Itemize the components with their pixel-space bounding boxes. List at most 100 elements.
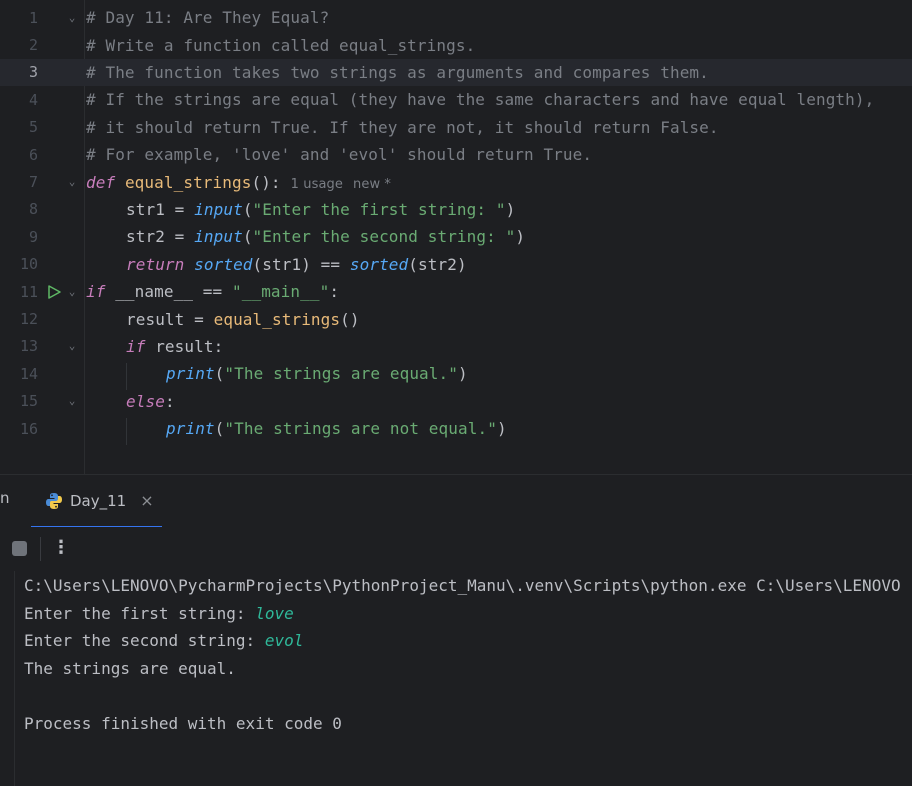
keyword-else: else [126,391,165,411]
console-prompt: Enter the first string: [24,603,256,623]
code-text: # it should return True. If they are not… [86,117,719,137]
code-line-6[interactable]: 6 # For example, 'love' and 'evol' shoul… [0,141,912,168]
line-number: 1 [28,8,38,27]
line-number: 4 [28,90,38,109]
builtin-sorted: sorted [194,254,253,274]
code-text: print("The strings are equal.") [166,364,468,383]
fold-chevron-icon[interactable]: ⌄ [66,176,78,188]
string-literal: "The strings are not equal." [224,419,497,439]
code-text: def equal_strings(): 1 usage new * [86,173,391,192]
usage-hint[interactable]: 1 usage [291,177,343,192]
code-line-3[interactable]: 3 # The function takes two strings as ar… [0,58,912,87]
code-punct: ( [214,364,225,384]
code-punct: ( [242,227,253,247]
builtin-print: print [166,364,215,384]
code-text: # The function takes two strings as argu… [86,62,709,82]
stop-icon[interactable] [12,541,27,556]
code-line-12[interactable]: 12 result = equal_strings() [0,305,912,332]
fold-chevron-icon[interactable]: ⌄ [66,340,78,352]
code-text: str1 = input("Enter the first string: ") [126,200,515,219]
code-punct: ) [458,364,468,384]
code-line-11[interactable]: 11 ⌄ if __name__ == "__main__": [0,278,912,305]
console-user-input: evol [264,631,304,650]
close-icon[interactable]: × [140,491,153,510]
code-text: result = equal_strings() [126,310,360,329]
code-line-2[interactable]: 2 # Write a function called equal_string… [0,31,912,58]
code-text: # Write a function called equal_strings. [86,35,476,55]
code-text: # If the strings are equal (they have th… [86,90,875,110]
line-number: 16 [19,419,38,438]
keyword-def: def [86,172,116,192]
console-prompt-line: Enter the first string: love [24,604,294,623]
console-border [14,571,15,786]
code-punct: : [329,282,340,302]
code-line-9[interactable]: 9 str2 = input("Enter the second string:… [0,223,912,250]
line-number: 11 [19,282,38,301]
code-var: str1 = [126,199,195,219]
line-number: 7 [28,173,38,192]
code-text: if result: [126,337,223,356]
console-exit-line: Process finished with exit code 0 [24,713,342,733]
code-text: return sorted(str1) == sorted(str2) [126,255,467,274]
string-literal: "Enter the second string: " [252,227,516,247]
line-number: 10 [19,255,38,274]
keyword-if: if [86,282,106,302]
code-text: # Day 11: Are They Equal? [86,8,330,28]
builtin-sorted: sorted [349,254,409,274]
line-number: 9 [28,227,38,246]
code-editor[interactable]: 1 ⌄ # Day 11: Are They Equal? 2 # Write … [0,0,912,474]
code-line-8[interactable]: 8 str1 = input("Enter the first string: … [0,196,912,223]
code-punct: ( [214,419,225,439]
run-icon[interactable] [46,284,62,300]
builtin-input: input [194,227,243,247]
code-punct: () [340,309,360,329]
code-punct: ) [505,199,516,219]
code-line-13[interactable]: 13 ⌄ if result: [0,333,912,360]
code-punct: __name__ == [105,282,232,302]
code-text: else: [126,392,175,411]
code-text: # For example, 'love' and 'evol' should … [86,145,593,165]
function-name: equal_strings [124,172,252,192]
fold-chevron-icon[interactable]: ⌄ [66,285,78,298]
line-number: 5 [28,118,38,137]
line-number: 12 [19,310,38,329]
line-number: 14 [19,364,38,383]
fold-chevron-icon[interactable]: ⌄ [66,11,78,24]
code-line-5[interactable]: 5 # it should return True. If they are n… [0,114,912,141]
string-literal: "__main__" [232,282,330,302]
console-prompt-line: Enter the second string: evol [24,631,303,650]
run-console[interactable]: C:\Users\LENOVO\PycharmProjects\PythonPr… [0,571,912,786]
more-options-icon[interactable]: ⋮ [52,535,70,561]
line-number: 2 [28,36,38,55]
keyword-return: return [126,254,185,274]
code-line-15[interactable]: 15 ⌄ else: [0,388,912,415]
tab-partial[interactable]: n [0,489,10,507]
run-toolbar: ⋮ [0,527,912,571]
python-icon [46,492,62,509]
code-line-10[interactable]: 10 return sorted(str1) == sorted(str2) [0,251,912,278]
code-text: if __name__ == "__main__": [86,282,339,301]
line-number: 15 [19,392,38,411]
console-prompt: Enter the second string: [24,631,265,650]
code-line-16[interactable]: 16 print("The strings are not equal.") [0,415,912,442]
code-punct: ) [515,227,526,247]
code-line-7[interactable]: 7 ⌄ def equal_strings(): 1 usage new * [0,168,912,195]
fold-chevron-icon[interactable]: ⌄ [66,395,78,407]
code-punct: result: [145,336,224,356]
code-line-4[interactable]: 4 # If the strings are equal (they have … [0,86,912,113]
tab-day-11[interactable]: Day_11 × [31,475,162,528]
toolbar-separator [40,537,41,561]
line-number: 6 [28,145,38,164]
code-text: print("The strings are not equal.") [166,419,507,438]
line-number: 8 [28,200,38,219]
author-hint[interactable]: new * [353,177,391,192]
function-call: equal_strings [213,309,341,329]
code-line-1[interactable]: 1 ⌄ # Day 11: Are They Equal? [0,4,912,31]
code-punct: ( [242,199,253,219]
tab-label: Day_11 [70,491,127,510]
code-var: str2 = [126,227,195,247]
code-line-14[interactable]: 14 print("The strings are equal.") [0,360,912,387]
code-punct: ) [496,419,507,439]
line-number: 13 [19,337,38,356]
console-output-line: The strings are equal. [24,658,236,678]
